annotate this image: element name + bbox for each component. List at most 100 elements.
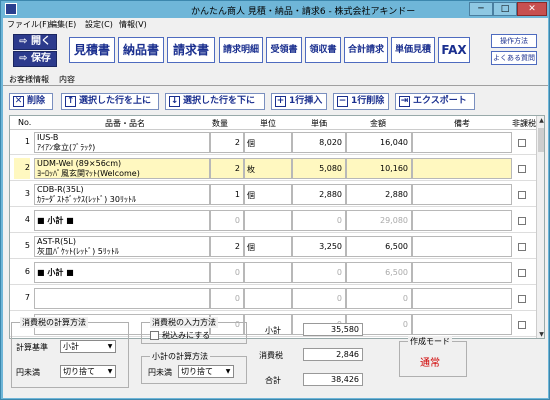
note-cell[interactable] (412, 236, 512, 257)
qty-cell[interactable]: 0 (210, 262, 244, 283)
note-cell[interactable] (412, 262, 512, 283)
open-button[interactable]: ⇨ 開く (13, 34, 57, 50)
qty-cell[interactable]: 0 (210, 288, 244, 309)
move-up-button[interactable]: ↑ 選択した行を上に (61, 93, 159, 110)
export-icon: ⇥ (399, 96, 410, 107)
subtotal-calc-group: 小計の計算方法 円未満 切り捨て ▼ (141, 351, 247, 384)
move-down-button[interactable]: ↓ 選択した行を下に (165, 93, 265, 110)
nontax-checkbox[interactable] (518, 217, 526, 225)
nontax-checkbox[interactable] (518, 165, 526, 173)
item-name-cell[interactable]: ■ 小計 ■ (34, 210, 210, 231)
item-name-cell[interactable]: CDB-R(35L) ｶﾗｰﾀﾞｽﾄﾎﾞｯｸｽ(ﾚｯﾄﾞ) 30ﾘｯﾄﾙ (34, 184, 210, 205)
doc-button-total-invoice[interactable]: 合計請求 (344, 37, 388, 63)
note-cell[interactable] (412, 288, 512, 309)
doc-button-estimate[interactable]: 見積書 (69, 37, 115, 63)
price-cell[interactable]: 0 (292, 210, 346, 231)
scroll-thumb[interactable] (538, 128, 544, 152)
price-cell[interactable]: 3,250 (292, 236, 346, 257)
amount-cell: 6,500 (346, 236, 412, 257)
qty-cell[interactable]: 1 (210, 184, 244, 205)
nontax-checkbox[interactable] (518, 139, 526, 147)
item-name-cell[interactable]: UDM-Wel (89×56cm) ﾖｰﾛｯﾊﾟ風玄関ﾏｯﾄ(Welcome) (34, 158, 210, 179)
doc-button-unit-estimate[interactable]: 単価見積 (391, 37, 435, 63)
arrow-down-icon: ↓ (169, 96, 180, 107)
unit-cell[interactable]: 個 (244, 132, 292, 153)
save-button[interactable]: ⇨ 保存 (13, 51, 57, 67)
unit-cell[interactable] (244, 262, 292, 283)
unit-cell[interactable]: 個 (244, 184, 292, 205)
nontax-checkbox[interactable] (518, 269, 526, 277)
doc-button-receipt-ack[interactable]: 受領書 (266, 37, 302, 63)
note-cell[interactable] (412, 210, 512, 231)
basis-select[interactable]: 小計 ▼ (60, 340, 116, 353)
price-cell[interactable]: 0 (292, 288, 346, 309)
minimize-button[interactable]: ─ (469, 2, 493, 16)
open-label: 開く (30, 36, 51, 47)
price-cell[interactable]: 2,880 (292, 184, 346, 205)
table-row[interactable]: 2 UDM-Wel (89×56cm) ﾖｰﾛｯﾊﾟ風玄関ﾏｯﾄ(Welcome) 2… (10, 157, 536, 181)
unit-cell[interactable]: 個 (244, 236, 292, 257)
item-name-cell[interactable]: ■ 小計 ■ (34, 262, 210, 283)
unit-cell[interactable] (244, 210, 292, 231)
item-description: ﾖｰﾛｯﾊﾟ風玄関ﾏｯﾄ(Welcome) (37, 169, 140, 178)
grid-scrollbar[interactable]: ▲ ▼ (536, 116, 544, 338)
item-name-cell[interactable] (34, 288, 210, 309)
col-header-no: No. (18, 118, 32, 127)
table-row[interactable]: 1 IUS-B ｱｲｱﾝ傘立(ﾌﾞﾗｯｸ) 2 個 8,020 16,040 (10, 131, 536, 155)
table-row[interactable]: 7000 (10, 287, 536, 311)
amount-cell: 2,880 (346, 184, 412, 205)
menu-settings[interactable]: 設定(C) (85, 19, 113, 30)
tab-content[interactable]: 内容 (59, 74, 75, 85)
qty-cell[interactable]: 2 (210, 236, 244, 257)
help-button[interactable]: 操作方法 (491, 34, 537, 48)
basis-value: 小計 (63, 342, 79, 351)
price-cell[interactable]: 8,020 (292, 132, 346, 153)
unit-cell[interactable]: 枚 (244, 158, 292, 179)
nontax-checkbox[interactable] (518, 295, 526, 303)
table-row[interactable]: 6 ■ 小計 ■ 0 0 6,500 (10, 261, 536, 285)
doc-button-invoice-detail[interactable]: 請求明細 (219, 37, 263, 63)
col-header-price: 単価 (311, 119, 327, 128)
nontax-checkbox[interactable] (518, 191, 526, 199)
doc-button-receipt[interactable]: 領収書 (305, 37, 341, 63)
doc-button-invoice[interactable]: 請求書 (167, 37, 215, 63)
item-name-cell[interactable]: AST-R(5L) 灰皿ﾊﾞｹｯﾄ(ﾚｯﾄﾞ) 5ﾘｯﾄﾙ (34, 236, 210, 257)
price-cell[interactable]: 0 (292, 262, 346, 283)
table-row[interactable]: 3 CDB-R(35L) ｶﾗｰﾀﾞｽﾄﾎﾞｯｸｽ(ﾚｯﾄﾞ) 30ﾘｯﾄﾙ 1 個 2,… (10, 183, 536, 207)
doc-button-fax[interactable]: FAX (438, 37, 470, 63)
tax-rounding-select[interactable]: 切り捨て ▼ (60, 365, 116, 378)
menu-info[interactable]: 情報(V) (119, 19, 147, 30)
table-row[interactable]: 5 AST-R(5L) 灰皿ﾊﾞｹｯﾄ(ﾚｯﾄﾞ) 5ﾘｯﾄﾙ 2 個 3,250 6,50… (10, 235, 536, 259)
save-icon: ⇨ (19, 53, 28, 64)
close-button[interactable]: ✕ (517, 2, 547, 16)
qty-cell[interactable]: 2 (210, 158, 244, 179)
doc-button-delivery[interactable]: 納品書 (118, 37, 164, 63)
item-code: AST-R(5L) (37, 237, 76, 246)
note-cell[interactable] (412, 158, 512, 179)
move-down-label: 選択した行を下に (183, 96, 256, 106)
delete-row-button[interactable]: −1行削除 (333, 93, 389, 110)
tab-customer-info[interactable]: お客様情報 (9, 74, 49, 85)
tax-inclusive-checkbox[interactable] (150, 331, 159, 340)
nontax-checkbox[interactable] (518, 243, 526, 251)
scroll-up-icon[interactable]: ▲ (537, 116, 544, 126)
faq-button[interactable]: よくある質問 (491, 51, 537, 65)
item-name-cell[interactable]: IUS-B ｱｲｱﾝ傘立(ﾌﾞﾗｯｸ) (34, 132, 210, 153)
unit-cell[interactable] (244, 288, 292, 309)
menu-file[interactable]: ファイル(F) (7, 19, 50, 30)
price-cell[interactable]: 5,080 (292, 158, 346, 179)
table-row[interactable]: 4 ■ 小計 ■ 0 0 29,080 (10, 209, 536, 233)
mode-title: 作成モード (408, 336, 452, 347)
insert-row-button[interactable]: +1行挿入 (271, 93, 327, 110)
title-bar[interactable]: かんたん商人 見積・納品・請求6 - 株式会社アキンドー ─ □ ✕ (1, 1, 549, 18)
qty-cell[interactable]: 0 (210, 210, 244, 231)
note-cell[interactable] (412, 184, 512, 205)
subtotal-rounding-select[interactable]: 切り捨て ▼ (178, 365, 234, 378)
qty-cell[interactable]: 2 (210, 132, 244, 153)
maximize-button[interactable]: □ (493, 2, 517, 16)
delete-button[interactable]: ✕ 削除 (9, 93, 53, 110)
export-button[interactable]: ⇥ エクスポート (395, 93, 475, 110)
menu-edit[interactable]: 編集(E) (49, 19, 76, 30)
note-cell[interactable] (412, 132, 512, 153)
export-label: エクスポート (413, 96, 467, 106)
